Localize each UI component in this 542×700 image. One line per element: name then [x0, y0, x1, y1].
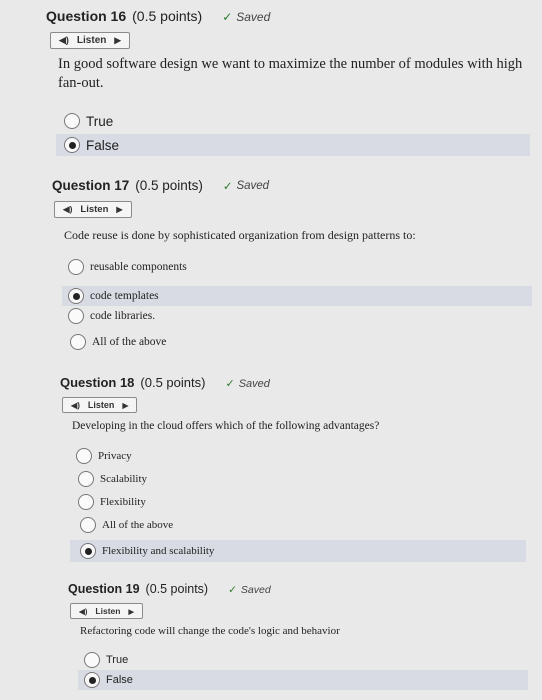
option-label: All of the above — [102, 519, 174, 531]
option-label: False — [86, 137, 120, 153]
saved-status: ✓ Saved — [228, 584, 271, 596]
listen-button[interactable]: ◀) Listen ▶ — [54, 201, 132, 218]
option-label: False — [106, 674, 133, 686]
answer-options: True False — [56, 110, 530, 156]
speaker-icon: ◀) — [71, 401, 80, 410]
answer-option[interactable]: True — [78, 650, 528, 669]
option-label: True — [106, 653, 129, 666]
question-prompt: Code reuse is done by sophisticated orga… — [64, 228, 416, 242]
checkmark-icon: ✓ — [222, 181, 233, 193]
answer-option[interactable]: code libraries. — [62, 306, 532, 326]
question-title: Question 19 — [68, 582, 140, 596]
radio-button[interactable] — [68, 308, 84, 324]
radio-button[interactable] — [68, 259, 84, 275]
radio-button-selected[interactable] — [80, 543, 96, 559]
option-label: True — [86, 113, 114, 129]
option-label: All of the above — [92, 336, 167, 348]
saved-status: ✓ Saved — [222, 10, 271, 24]
saved-status: ✓ Saved — [225, 377, 270, 391]
question-prompt: In good software design we want to maxim… — [58, 56, 523, 91]
answer-option-selected[interactable]: code templates — [62, 286, 532, 306]
answer-option-selected[interactable]: Flexibility and scalability — [70, 540, 526, 562]
option-label: Scalability — [100, 473, 148, 485]
question-points: (0.5 points) — [140, 375, 206, 390]
answer-option[interactable]: All of the above — [62, 332, 532, 352]
question-16: Question 16 (0.5 points) ✓ Saved — [46, 8, 526, 24]
answer-option[interactable]: Scalability — [70, 469, 526, 489]
play-icon: ▶ — [128, 606, 135, 616]
radio-button-selected[interactable] — [84, 672, 100, 688]
radio-button[interactable] — [80, 517, 96, 533]
saved-status: ✓ Saved — [222, 180, 270, 193]
question-title: Question 18 — [60, 375, 135, 390]
answer-option-selected[interactable]: False — [78, 670, 528, 690]
question-points: (0.5 points) — [132, 8, 203, 24]
radio-button[interactable] — [64, 113, 80, 129]
option-label: Flexibility and scalability — [102, 545, 215, 557]
answer-option[interactable]: True — [56, 110, 530, 132]
radio-button-selected[interactable] — [64, 137, 80, 153]
question-header: Question 16 (0.5 points) ✓ Saved — [46, 8, 526, 24]
question-title: Question 17 — [52, 178, 130, 193]
answer-options: reusable components code templates code … — [62, 257, 532, 352]
question-17: Question 17 (0.5 points) ✓ Saved — [52, 178, 522, 193]
option-label: code templates — [90, 290, 159, 302]
question-prompt: Developing in the cloud offers which of … — [72, 420, 380, 432]
question-title: Question 16 — [46, 8, 127, 24]
radio-button[interactable] — [84, 651, 100, 668]
radio-button[interactable] — [78, 494, 94, 510]
checkmark-icon: ✓ — [225, 378, 235, 390]
question-header: Question 18 (0.5 points) ✓ Saved — [60, 375, 520, 390]
answer-option[interactable]: Flexibility — [70, 492, 526, 512]
answer-option[interactable]: All of the above — [70, 515, 526, 535]
answer-option[interactable]: reusable components — [62, 257, 532, 277]
radio-button[interactable] — [70, 334, 86, 350]
speaker-icon: ◀) — [59, 35, 69, 45]
listen-button[interactable]: ◀) Listen ▶ — [70, 603, 144, 619]
question-header: Question 17 (0.5 points) ✓ Saved — [52, 178, 522, 193]
option-label: code libraries. — [90, 310, 156, 322]
answer-options: True False — [78, 650, 528, 690]
question-19: Question 19 (0.5 points) ✓ Saved — [68, 582, 518, 596]
question-prompt: Refactoring code will change the code's … — [80, 625, 340, 637]
listen-button[interactable]: ◀) Listen ▶ — [50, 32, 130, 49]
option-label: Flexibility — [100, 496, 146, 508]
question-18: Question 18 (0.5 points) ✓ Saved — [60, 375, 520, 390]
answer-option-selected[interactable]: False — [56, 134, 530, 156]
checkmark-icon: ✓ — [228, 584, 237, 596]
play-icon: ▶ — [122, 400, 129, 410]
speaker-icon: ◀) — [79, 606, 88, 616]
checkmark-icon: ✓ — [222, 10, 233, 24]
radio-button[interactable] — [76, 448, 92, 464]
question-points: (0.5 points) — [135, 178, 203, 193]
answer-option[interactable]: Privacy — [70, 446, 526, 466]
answer-options: Privacy Scalability Flexibility All of t… — [70, 446, 526, 562]
radio-button[interactable] — [78, 471, 94, 487]
listen-button[interactable]: ◀) Listen ▶ — [62, 397, 138, 413]
speaker-icon: ◀) — [63, 204, 73, 214]
option-label: Privacy — [98, 450, 132, 462]
option-label: reusable components — [90, 261, 187, 273]
radio-button-selected[interactable] — [68, 288, 84, 304]
play-icon: ▶ — [116, 205, 123, 214]
question-points: (0.5 points) — [145, 582, 209, 596]
play-icon: ▶ — [114, 35, 121, 45]
question-header: Question 19 (0.5 points) ✓ Saved — [68, 582, 518, 596]
